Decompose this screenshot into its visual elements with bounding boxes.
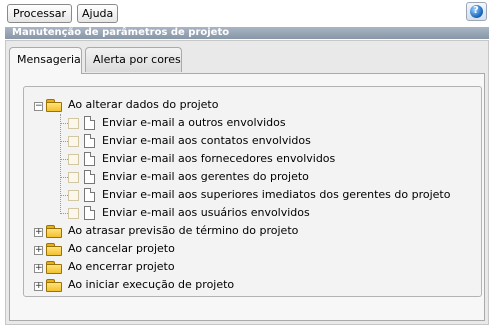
checkbox[interactable] — [68, 208, 79, 219]
processar-button[interactable]: Processar — [7, 4, 72, 23]
tree-item-label[interactable]: Enviar e-mail a outros envolvidos — [102, 114, 286, 132]
expand-toggle-icon[interactable]: + — [34, 264, 43, 273]
document-icon — [84, 116, 95, 130]
tree-group-label[interactable]: Ao cancelar projeto — [68, 240, 175, 258]
tab-strip: Mensageria Alerta por cores − Ao alterar… — [5, 40, 489, 325]
document-icon — [84, 206, 95, 220]
document-icon — [84, 170, 95, 184]
tab-mensageria[interactable]: Mensageria — [9, 47, 82, 74]
checkbox[interactable] — [68, 154, 79, 165]
tree-group-label[interactable]: Ao alterar dados do projeto — [68, 96, 218, 114]
expand-toggle-icon[interactable]: + — [34, 228, 43, 237]
tree-group-label[interactable]: Ao encerrar projeto — [68, 258, 175, 276]
document-icon — [84, 134, 95, 148]
folder-open-icon — [46, 99, 62, 112]
tree-group-label[interactable]: Ao iniciar execução de projeto — [68, 276, 234, 294]
expand-toggle-icon[interactable]: + — [34, 282, 43, 291]
ajuda-button[interactable]: Ajuda — [77, 4, 118, 23]
checkbox[interactable] — [68, 136, 79, 147]
checkbox[interactable] — [68, 190, 79, 201]
help-globe-icon[interactable]: ? — [466, 2, 487, 21]
tree-item-label[interactable]: Enviar e-mail aos usuários envolvidos — [102, 204, 310, 222]
tree-group-label[interactable]: Ao atrasar previsão de término do projet… — [68, 222, 298, 240]
folder-icon — [46, 261, 62, 274]
checkbox[interactable] — [68, 172, 79, 183]
collapse-toggle-icon[interactable]: − — [34, 102, 43, 111]
folder-icon — [46, 243, 62, 256]
tab-alerta-por-cores[interactable]: Alerta por cores — [85, 47, 182, 72]
section-title: Manutenção de parâmetros de projeto — [5, 27, 489, 39]
checkbox[interactable] — [68, 118, 79, 129]
tab-panel-mensageria: − Ao alterar dados do projeto Enviar e-m… — [9, 73, 485, 321]
folder-icon — [46, 225, 62, 238]
folder-icon — [46, 279, 62, 292]
tree-item-label[interactable]: Enviar e-mail aos contatos envolvidos — [102, 132, 311, 150]
document-icon — [84, 188, 95, 202]
tree-item-label[interactable]: Enviar e-mail aos fornecedores envolvido… — [102, 150, 335, 168]
expand-toggle-icon[interactable]: + — [34, 246, 43, 255]
event-tree: − Ao alterar dados do projeto Enviar e-m… — [23, 86, 482, 297]
tree-item-label[interactable]: Enviar e-mail aos gerentes do projeto — [102, 168, 309, 186]
document-icon — [84, 152, 95, 166]
tree-item-label[interactable]: Enviar e-mail aos superiores imediatos d… — [102, 186, 450, 204]
